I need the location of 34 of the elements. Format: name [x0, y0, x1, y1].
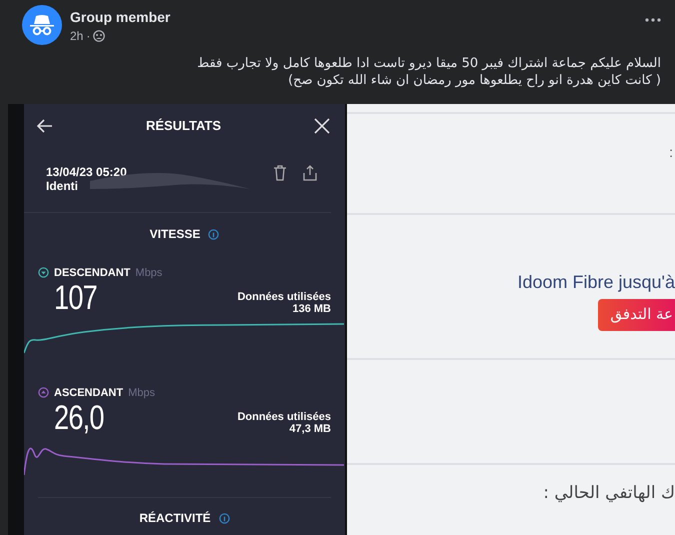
info-icon[interactable] — [208, 228, 220, 240]
info-icon[interactable] — [218, 512, 230, 524]
offer-headline: Idoom Fibre jusqu'à — [517, 272, 675, 293]
post-text-line: ( كانت كاين هدرة انو راح يطلعوها مور رمضان ان شاء الله تكون صح) — [287, 72, 661, 89]
delete-icon[interactable] — [273, 165, 287, 182]
download-icon — [38, 267, 49, 278]
colon-text: : — [669, 144, 674, 160]
data-used-label: Données utilisées — [237, 290, 331, 303]
speed-value: 26,0 — [54, 398, 104, 437]
test-date: 13/04/23 05:20 — [46, 165, 127, 180]
data-used-label: Données utilisées — [237, 410, 331, 423]
close-icon[interactable] — [312, 116, 331, 135]
avatar-icon[interactable] — [22, 5, 62, 45]
upload-icon — [38, 387, 49, 398]
metric-label: ASCENDANT — [54, 386, 124, 399]
unit-label: Mbps — [128, 386, 155, 399]
identifier-label: Identi — [46, 179, 79, 194]
back-arrow-icon[interactable] — [36, 116, 54, 135]
speed-value: 107 — [54, 278, 97, 317]
more-options-icon[interactable] — [645, 17, 661, 23]
section-heading: RÉACTIVITÉ — [139, 511, 211, 526]
post-text-line: السلام عليكم جماعة اشتراك فيبر 50 ميقا ديرو تاست ادا طلعوها كامل ولا تجارب فقط — [196, 55, 661, 72]
separator-dot: · — [86, 29, 90, 43]
data-used-value: 136 MB — [292, 302, 331, 315]
screen-title: RÉSULTATS — [146, 118, 222, 134]
author-name[interactable]: Group member — [70, 9, 645, 25]
phone-number-label: ك الهاتفي الحالي : — [543, 483, 675, 503]
section-heading: VITESSE — [150, 227, 200, 241]
speed-button[interactable]: عة التدفق — [598, 299, 675, 331]
post-time[interactable]: 2h — [70, 29, 84, 43]
data-used-value: 47,3 MB — [289, 422, 331, 435]
share-icon[interactable] — [303, 165, 317, 182]
unit-label: Mbps — [135, 266, 162, 279]
metric-label: DESCENDANT — [54, 266, 130, 279]
